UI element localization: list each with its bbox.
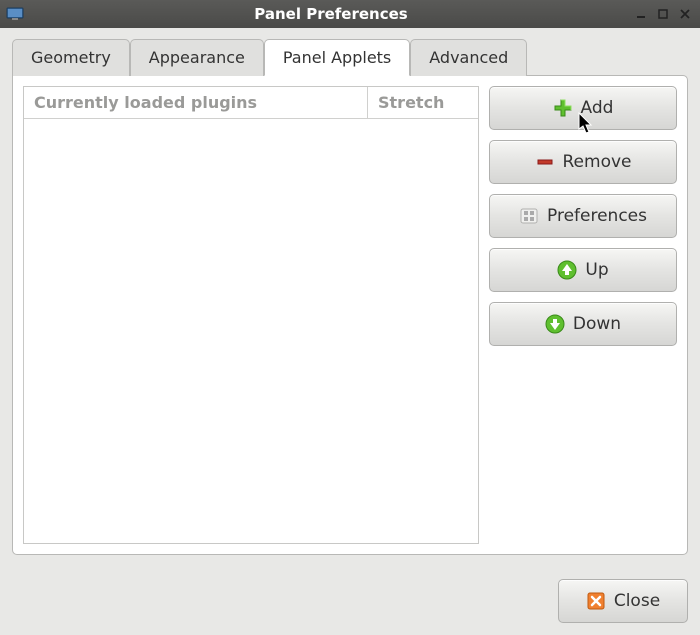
close-window-button[interactable] (676, 6, 694, 22)
preferences-button[interactable]: Preferences (489, 194, 677, 238)
plus-icon (553, 98, 573, 118)
minimize-button[interactable] (632, 6, 650, 22)
footer: Close (0, 567, 700, 635)
down-button[interactable]: Down (489, 302, 677, 346)
tab-panel-applets[interactable]: Panel Applets (264, 39, 410, 76)
plugin-table-body[interactable] (24, 119, 478, 543)
tab-geometry[interactable]: Geometry (12, 39, 130, 76)
button-label: Up (585, 260, 608, 280)
app-monitor-icon (6, 7, 24, 21)
maximize-button[interactable] (654, 6, 672, 22)
button-label: Down (573, 314, 621, 334)
minus-icon (535, 152, 555, 172)
content-area: Geometry Appearance Panel Applets Advanc… (0, 28, 700, 567)
column-header-stretch[interactable]: Stretch (368, 87, 478, 118)
button-label: Remove (563, 152, 632, 172)
arrow-up-icon (557, 260, 577, 280)
remove-button[interactable]: Remove (489, 140, 677, 184)
tab-appearance[interactable]: Appearance (130, 39, 264, 76)
button-label: Add (581, 98, 614, 118)
window: Panel Preferences Geometry Appearance Pa… (0, 0, 700, 635)
tab-row: Geometry Appearance Panel Applets Advanc… (12, 38, 688, 75)
close-icon (586, 591, 606, 611)
plugin-table-header: Currently loaded plugins Stretch (24, 87, 478, 119)
titlebar: Panel Preferences (0, 0, 700, 28)
close-button[interactable]: Close (558, 579, 688, 623)
add-button[interactable]: Add (489, 86, 677, 130)
column-header-name[interactable]: Currently loaded plugins (24, 87, 368, 118)
tab-label: Panel Applets (283, 48, 391, 67)
window-controls (632, 6, 694, 22)
side-buttons: Add Remove (489, 86, 677, 544)
arrow-down-icon (545, 314, 565, 334)
up-button[interactable]: Up (489, 248, 677, 292)
tab-advanced[interactable]: Advanced (410, 39, 527, 76)
tab-label: Advanced (429, 48, 508, 67)
preferences-icon (519, 206, 539, 226)
button-label: Close (614, 591, 660, 611)
tab-label: Geometry (31, 48, 111, 67)
tab-label: Appearance (149, 48, 245, 67)
button-label: Preferences (547, 206, 647, 226)
window-title: Panel Preferences (30, 5, 632, 23)
tab-panel: Currently loaded plugins Stretch Add (12, 75, 688, 555)
plugin-table[interactable]: Currently loaded plugins Stretch (23, 86, 479, 544)
